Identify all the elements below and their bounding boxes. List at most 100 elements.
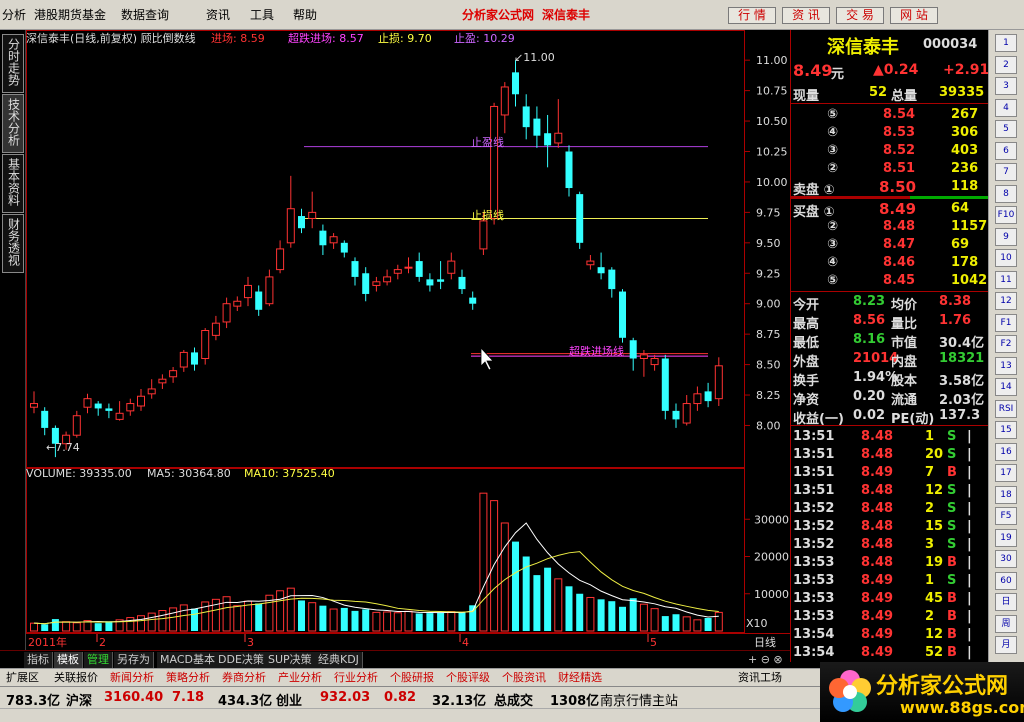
cat-extension[interactable]: 扩展区 — [4, 670, 41, 686]
tab-financials[interactable]: 财务透视 — [2, 214, 24, 273]
stat-label: 流通 — [891, 393, 918, 408]
stat-label: 最低 — [793, 336, 820, 351]
tab-dde[interactable]: DDE决策 — [215, 652, 268, 668]
candle — [351, 261, 359, 277]
tab-intraday[interactable]: 分时走势 — [2, 34, 24, 93]
menu-item-news[interactable]: 资讯 — [206, 6, 230, 23]
toolbar-icon[interactable]: 13 — [995, 356, 1017, 375]
quote-stock-code: 000034 — [923, 37, 978, 52]
candle — [147, 388, 156, 395]
price-chart[interactable]: 11.00 10.75 10.50 10.25 10.00 9.75 9.50 9.25 9.0… — [26, 30, 790, 650]
tick-time: 13:51 — [793, 447, 835, 462]
toolbar-icon[interactable]: 15 — [995, 421, 1017, 439]
tab-technical[interactable]: 技术分析 — [2, 94, 24, 153]
cat-stock-rating[interactable]: 个股评级 — [444, 670, 492, 686]
toolbar-icon[interactable]: 6 — [995, 141, 1017, 160]
sell-level-label: ② — [827, 161, 839, 176]
toolbar-icon[interactable]: 18 — [995, 485, 1017, 504]
indicator-title: 深信泰丰(日线,前复权) 顾比倒数线 — [26, 31, 196, 45]
tabbar-controls-icon[interactable]: + ⊖ ⊗ — [748, 653, 783, 666]
tab-kdj[interactable]: 经典KDJ — [315, 652, 363, 668]
toolbar-icon[interactable]: 10 — [995, 249, 1017, 267]
cat-broker[interactable]: 券商分析 — [220, 670, 268, 686]
stat-label: 量比 — [891, 317, 918, 332]
stop-profit-label: 止盈: 10.29 — [454, 32, 515, 45]
volume-bar — [597, 599, 605, 631]
stat-row: 最高 8.56 量比 1.76 — [791, 312, 989, 332]
toolbar-icon[interactable]: 17 — [995, 464, 1017, 482]
toolbar-icon[interactable]: 1 — [995, 34, 1017, 52]
toolbar-icon[interactable]: 2 — [995, 55, 1017, 74]
toolbar-icon[interactable]: 16 — [995, 442, 1017, 461]
tab-sup[interactable]: SUP决策 — [265, 652, 316, 668]
tab-template[interactable]: 模板 — [54, 652, 83, 668]
tick-row: 13:52 8.48 3 S | — [791, 536, 989, 554]
candle — [72, 415, 81, 436]
toolbar-icon[interactable]: 周 — [995, 614, 1017, 633]
tab-indicator[interactable]: 指标 — [24, 652, 53, 668]
candle — [362, 273, 370, 294]
candle — [329, 236, 338, 244]
toolbar-icon[interactable]: 8 — [995, 184, 1017, 203]
candle — [319, 230, 327, 246]
toolbar-icon[interactable]: F1 — [995, 313, 1017, 332]
cat-stock-research[interactable]: 个股研报 — [388, 670, 436, 686]
quote-button[interactable]: 行 情 — [728, 7, 776, 24]
period-label[interactable]: 日线 — [754, 635, 776, 649]
cat-news-analysis[interactable]: 新闻分析 — [108, 670, 156, 686]
buy-price: 8.46 — [883, 255, 916, 270]
volume-bar — [362, 609, 370, 631]
toolbar-icon[interactable]: 7 — [995, 163, 1017, 181]
toolbar-icon[interactable]: 12 — [995, 292, 1017, 310]
toolbar-icon[interactable]: 9 — [995, 227, 1017, 246]
menu-item-tools[interactable]: 工具 — [250, 6, 274, 23]
toolbar-icon[interactable]: 月 — [995, 636, 1017, 654]
candle — [137, 395, 145, 407]
tick-time: 13:52 — [793, 519, 835, 534]
menu-item-help[interactable]: 帮助 — [293, 6, 317, 23]
tab-manage[interactable]: 管理 — [84, 652, 113, 668]
tab-macd[interactable]: MACD基本 — [157, 652, 219, 668]
menu-item-data-query[interactable]: 数据查询 — [121, 6, 169, 23]
candle — [308, 211, 317, 219]
toolbar-icon[interactable]: F10 — [995, 206, 1017, 224]
tick-volume: 12 — [925, 627, 944, 642]
news-button[interactable]: 资 讯 — [782, 7, 830, 24]
stat-label: 净资 — [793, 393, 820, 408]
cat-strategy[interactable]: 策略分析 — [164, 670, 212, 686]
toolbar-icon[interactable]: 19 — [995, 528, 1017, 547]
sell-volume: 403 — [951, 143, 979, 158]
tab-save-as[interactable]: 另存为 — [114, 652, 154, 668]
toolbar-icon[interactable]: 3 — [995, 77, 1017, 95]
tab-intraday-label: 分时走势 — [6, 38, 21, 86]
toolbar-icon[interactable]: 5 — [995, 120, 1017, 138]
candle — [672, 410, 680, 420]
menu-item-hk-futures[interactable]: 港股期货基金 — [34, 6, 106, 23]
cat-sector[interactable]: 行业分析 — [332, 670, 380, 686]
stat-label: 换手 — [793, 374, 820, 389]
cat-stock-news[interactable]: 个股资讯 — [500, 670, 548, 686]
toolbar-icon[interactable]: 30 — [995, 550, 1017, 568]
candle — [383, 276, 392, 283]
cat-industry-chain[interactable]: 产业分析 — [276, 670, 324, 686]
info-workshop[interactable]: 资讯工场 — [736, 670, 784, 686]
toolbar-icon[interactable]: F2 — [995, 335, 1017, 353]
cat-finance-picks[interactable]: 财经精选 — [556, 670, 604, 686]
toolbar-icon[interactable]: RSI — [995, 399, 1017, 418]
website-button[interactable]: 网 站 — [890, 7, 938, 24]
menu-item-analysis[interactable]: 分析 — [2, 6, 26, 23]
toolbar-icon[interactable]: 60 — [995, 571, 1017, 590]
cat-related-quote[interactable]: 关联报价 — [52, 670, 100, 686]
indicator-tab-bar: 指标 模板 管理 另存为 MACD基本 DDE决策 SUP决策 经典KDJ + … — [0, 650, 790, 668]
toolbar-icon[interactable]: 4 — [995, 98, 1017, 117]
toolbar-icon[interactable]: 日 — [995, 593, 1017, 611]
tick-divider: | — [967, 465, 972, 480]
tab-fundamentals[interactable]: 基本资料 — [2, 154, 24, 213]
volume-bar — [286, 587, 295, 632]
trade-button[interactable]: 交 易 — [836, 7, 884, 24]
toolbar-icon[interactable]: 11 — [995, 270, 1017, 289]
toolbar-icon[interactable]: F5 — [995, 507, 1017, 525]
candle — [586, 260, 595, 266]
tick-volume: 2 — [925, 501, 935, 516]
toolbar-icon[interactable]: 14 — [995, 378, 1017, 396]
